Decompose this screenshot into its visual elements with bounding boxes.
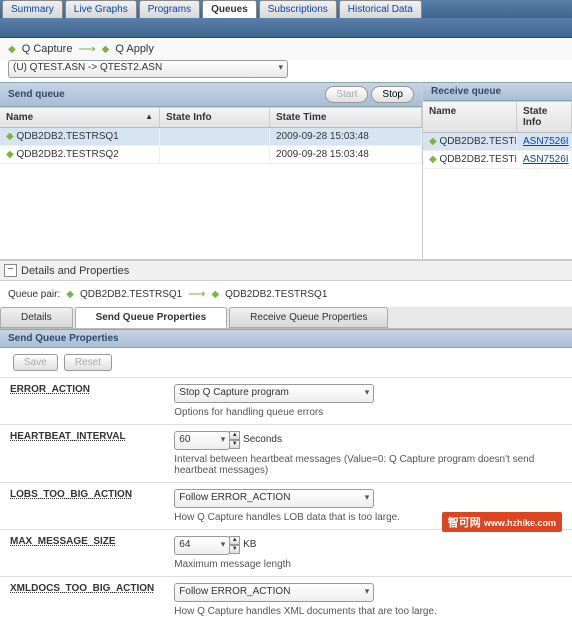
spinner-up-icon[interactable]: ▲: [229, 536, 240, 545]
table-row[interactable]: ◆ QDB2DB2.TESTRSQ2 2009-09-28 15:03:48: [0, 146, 422, 164]
subtab-recv-props[interactable]: Receive Queue Properties: [229, 307, 388, 328]
state-info-link[interactable]: ASN7526I: [517, 133, 572, 150]
unit-label: Seconds: [243, 434, 282, 445]
label-xmldocs: XMLDOCS_TOO_BIG_ACTION: [0, 577, 164, 623]
topbar-strip: [0, 18, 572, 38]
error-action-select[interactable]: Stop Q Capture program: [174, 384, 374, 403]
breadcrumb-right: Q Apply: [115, 43, 154, 55]
arrow-right-icon: ⟶: [188, 287, 205, 301]
spinner-down-icon[interactable]: ▼: [229, 545, 240, 554]
help-text: How Q Capture handles XML documents that…: [174, 606, 562, 617]
diamond-icon: ◆: [211, 289, 219, 300]
spinner-down-icon[interactable]: ▼: [229, 440, 240, 449]
diamond-icon: ◆: [429, 154, 437, 165]
recv-queue-title: Receive queue: [431, 86, 501, 97]
form-title: Send Queue Properties: [8, 333, 119, 344]
tab-live-graphs[interactable]: Live Graphs: [65, 0, 137, 18]
tab-programs[interactable]: Programs: [139, 0, 200, 18]
send-table-header: Name▲ State Info State Time: [0, 107, 422, 128]
watermark: 智可网 www.hzhike.com: [442, 512, 562, 532]
recv-table-header: Name State Info: [423, 101, 572, 133]
state-info-link[interactable]: ASN7526I: [517, 151, 572, 168]
reset-button[interactable]: Reset: [64, 354, 112, 371]
diamond-icon: ◆: [66, 289, 74, 300]
lobs-action-select[interactable]: Follow ERROR_ACTION: [174, 489, 374, 508]
tab-subscriptions[interactable]: Subscriptions: [259, 0, 337, 18]
tab-historical-data[interactable]: Historical Data: [339, 0, 422, 18]
label-error-action: ERROR_ACTION: [0, 378, 164, 425]
breadcrumb: ◆ Q Capture ⟶ ◆ Q Apply: [0, 38, 572, 60]
label-heartbeat: HEARTBEAT_INTERVAL: [0, 425, 164, 483]
diamond-icon: ◆: [102, 44, 110, 55]
stop-button[interactable]: Stop: [371, 86, 414, 103]
col-name[interactable]: Name: [423, 102, 517, 132]
asn-select[interactable]: (U) QTEST.ASN -> QTEST2.ASN: [8, 60, 288, 78]
help-text: Maximum message length: [174, 559, 562, 570]
label-max-msg: MAX_MESSAGE_SIZE: [0, 530, 164, 577]
details-bar: − Details and Properties: [0, 260, 572, 281]
table-row[interactable]: ◆ QDB2DB2.TESTRSQ1 2009-09-28 15:03:48: [0, 128, 422, 146]
collapse-button[interactable]: −: [4, 264, 17, 277]
arrow-right-icon: ⟶: [78, 42, 95, 56]
help-text: Interval between heartbeat messages (Val…: [174, 454, 562, 476]
diamond-icon: ◆: [6, 149, 14, 160]
diamond-icon: ◆: [8, 44, 16, 55]
subtab-send-props[interactable]: Send Queue Properties: [75, 307, 228, 328]
spinner[interactable]: ▲▼: [229, 431, 240, 450]
xmldocs-action-select[interactable]: Follow ERROR_ACTION: [174, 583, 374, 602]
label-lobs: LOBS_TOO_BIG_ACTION: [0, 483, 164, 530]
start-button[interactable]: Start: [325, 86, 368, 103]
col-state-info[interactable]: State Info: [160, 108, 270, 127]
col-name[interactable]: Name▲: [0, 108, 160, 127]
properties-form: ERROR_ACTION Stop Q Capture program Opti…: [0, 377, 572, 623]
table-row[interactable]: ◆ QDB2DB2.TESTRSQ1 ASN7526I: [423, 133, 572, 151]
heartbeat-input[interactable]: 60: [174, 431, 230, 450]
diamond-icon: ◆: [429, 136, 437, 147]
breadcrumb-left: Q Capture: [22, 43, 73, 55]
tab-queues[interactable]: Queues: [202, 0, 257, 18]
help-text: Options for handling queue errors: [174, 407, 562, 418]
spinner-up-icon[interactable]: ▲: [229, 431, 240, 440]
spinner[interactable]: ▲▼: [229, 536, 240, 555]
unit-label: KB: [243, 539, 256, 550]
diamond-icon: ◆: [6, 131, 14, 142]
queue-pair: Queue pair: ◆ QDB2DB2.TESTRSQ1 ⟶ ◆ QDB2D…: [0, 281, 572, 307]
col-state-info[interactable]: State Info: [517, 102, 572, 132]
tab-summary[interactable]: Summary: [2, 0, 63, 18]
details-label: Details and Properties: [21, 265, 129, 277]
table-row[interactable]: ◆ QDB2DB2.TESTRSQ2 ASN7526I: [423, 151, 572, 169]
sort-asc-icon: ▲: [145, 112, 153, 121]
send-queue-title: Send queue: [8, 89, 65, 100]
col-state-time[interactable]: State Time: [270, 108, 422, 127]
main-tabs: Summary Live Graphs Programs Queues Subs…: [0, 0, 572, 18]
save-button[interactable]: Save: [13, 354, 58, 371]
max-msg-input[interactable]: 64: [174, 536, 230, 555]
sub-tabs: Details Send Queue Properties Receive Qu…: [0, 307, 572, 329]
subtab-details[interactable]: Details: [0, 307, 73, 328]
